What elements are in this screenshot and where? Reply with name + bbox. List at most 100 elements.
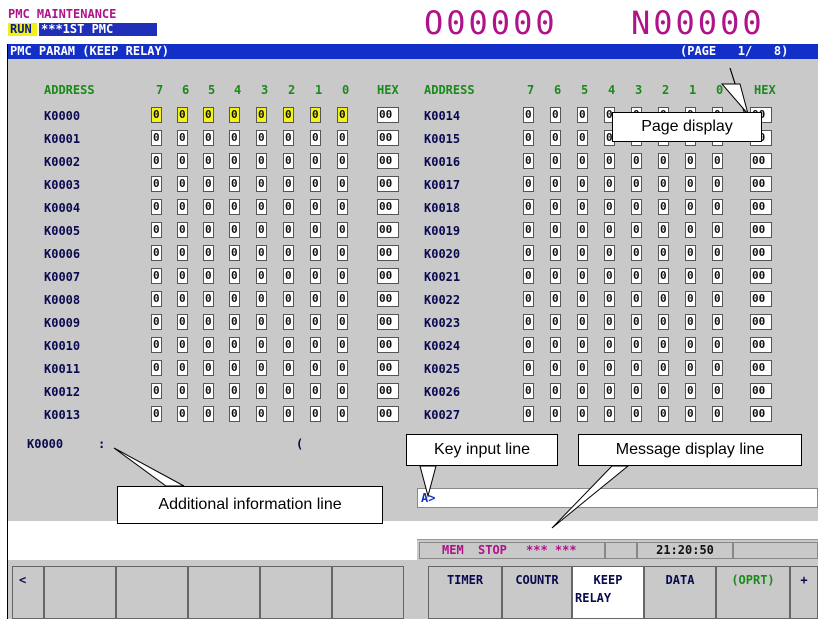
keep-relay-bit-cell[interactable]: 0 (685, 153, 696, 169)
keep-relay-bit-cell[interactable]: 0 (151, 314, 162, 330)
keep-relay-hex-cell[interactable]: 00 (750, 199, 772, 215)
keep-relay-bit-cell[interactable]: 0 (550, 199, 561, 215)
keep-relay-bit-cell[interactable]: 0 (577, 107, 588, 123)
keep-relay-bit-cell[interactable]: 0 (685, 291, 696, 307)
keep-relay-bit-cell[interactable]: 0 (151, 245, 162, 261)
keep-relay-hex-cell[interactable]: 00 (750, 406, 772, 422)
keep-relay-bit-cell[interactable]: 0 (337, 360, 348, 376)
keep-relay-bit-cell[interactable]: 0 (177, 130, 188, 146)
keep-relay-bit-cell[interactable]: 0 (604, 222, 615, 238)
keep-relay-bit-cell[interactable]: 0 (203, 314, 214, 330)
keep-relay-bit-cell[interactable]: 0 (256, 268, 267, 284)
keep-relay-bit-cell[interactable]: 0 (577, 383, 588, 399)
keep-relay-bit-cell[interactable]: 0 (712, 199, 723, 215)
softkey-blank-5[interactable] (332, 566, 404, 619)
keep-relay-bit-cell[interactable]: 0 (177, 268, 188, 284)
keep-relay-bit-cell[interactable]: 0 (203, 199, 214, 215)
keep-relay-bit-cell[interactable]: 0 (310, 245, 321, 261)
keep-relay-bit-cell[interactable]: 0 (631, 360, 642, 376)
keep-relay-bit-cell[interactable]: 0 (523, 222, 534, 238)
keep-relay-bit-cell[interactable]: 0 (712, 383, 723, 399)
keep-relay-bit-cell[interactable]: 0 (203, 337, 214, 353)
keep-relay-bit-cell[interactable]: 0 (310, 337, 321, 353)
keep-relay-bit-cell[interactable]: 0 (631, 406, 642, 422)
keep-relay-bit-cell[interactable]: 0 (658, 406, 669, 422)
keep-relay-hex-cell[interactable]: 00 (750, 291, 772, 307)
keep-relay-hex-cell[interactable]: 00 (750, 314, 772, 330)
keep-relay-bit-cell[interactable]: 0 (151, 222, 162, 238)
keep-relay-bit-cell[interactable]: 0 (310, 222, 321, 238)
keep-relay-bit-cell[interactable]: 0 (177, 199, 188, 215)
keep-relay-hex-cell[interactable]: 00 (377, 406, 399, 422)
keep-relay-bit-cell[interactable]: 0 (523, 314, 534, 330)
keep-relay-bit-cell[interactable]: 0 (685, 360, 696, 376)
keep-relay-bit-cell[interactable]: 0 (577, 245, 588, 261)
keep-relay-bit-cell[interactable]: 0 (658, 360, 669, 376)
softkey-blank-1[interactable] (44, 566, 116, 619)
keep-relay-bit-cell[interactable]: 0 (337, 107, 348, 123)
keep-relay-bit-cell[interactable]: 0 (310, 291, 321, 307)
softkey-blank-3[interactable] (188, 566, 260, 619)
keep-relay-bit-cell[interactable]: 0 (283, 199, 294, 215)
keep-relay-bit-cell[interactable]: 0 (256, 383, 267, 399)
keep-relay-hex-cell[interactable]: 00 (750, 153, 772, 169)
keep-relay-bit-cell[interactable]: 0 (712, 291, 723, 307)
keep-relay-bit-cell[interactable]: 0 (229, 383, 240, 399)
keep-relay-hex-cell[interactable]: 00 (750, 268, 772, 284)
keep-relay-bit-cell[interactable]: 0 (283, 245, 294, 261)
keep-relay-bit-cell[interactable]: 0 (310, 107, 321, 123)
keep-relay-bit-cell[interactable]: 0 (203, 383, 214, 399)
keep-relay-bit-cell[interactable]: 0 (337, 268, 348, 284)
keep-relay-bit-cell[interactable]: 0 (283, 107, 294, 123)
keep-relay-bit-cell[interactable]: 0 (523, 268, 534, 284)
keep-relay-bit-cell[interactable]: 0 (151, 360, 162, 376)
keep-relay-bit-cell[interactable]: 0 (604, 314, 615, 330)
keep-relay-bit-cell[interactable]: 0 (177, 314, 188, 330)
keep-relay-bit-cell[interactable]: 0 (523, 291, 534, 307)
keep-relay-bit-cell[interactable]: 0 (337, 153, 348, 169)
keep-relay-bit-cell[interactable]: 0 (577, 268, 588, 284)
keep-relay-bit-cell[interactable]: 0 (229, 176, 240, 192)
keep-relay-bit-cell[interactable]: 0 (203, 130, 214, 146)
keep-relay-bit-cell[interactable]: 0 (685, 245, 696, 261)
keep-relay-bit-cell[interactable]: 0 (256, 337, 267, 353)
keep-relay-bit-cell[interactable]: 0 (203, 153, 214, 169)
keep-relay-bit-cell[interactable]: 0 (658, 245, 669, 261)
keep-relay-bit-cell[interactable]: 0 (283, 268, 294, 284)
keep-relay-bit-cell[interactable]: 0 (229, 291, 240, 307)
keep-relay-bit-cell[interactable]: 0 (203, 406, 214, 422)
keep-relay-bit-cell[interactable]: 0 (550, 268, 561, 284)
keep-relay-bit-cell[interactable]: 0 (631, 268, 642, 284)
keep-relay-bit-cell[interactable]: 0 (523, 199, 534, 215)
keep-relay-bit-cell[interactable]: 0 (177, 245, 188, 261)
keep-relay-hex-cell[interactable]: 00 (377, 107, 399, 123)
keep-relay-bit-cell[interactable]: 0 (685, 199, 696, 215)
keep-relay-bit-cell[interactable]: 0 (177, 406, 188, 422)
keep-relay-hex-cell[interactable]: 00 (377, 314, 399, 330)
keep-relay-bit-cell[interactable]: 0 (177, 176, 188, 192)
keep-relay-bit-cell[interactable]: 0 (523, 153, 534, 169)
keep-relay-bit-cell[interactable]: 0 (604, 176, 615, 192)
keep-relay-bit-cell[interactable]: 0 (337, 245, 348, 261)
keep-relay-bit-cell[interactable]: 0 (283, 337, 294, 353)
keep-relay-bit-cell[interactable]: 0 (712, 153, 723, 169)
keep-relay-bit-cell[interactable]: 0 (523, 406, 534, 422)
keep-relay-hex-cell[interactable]: 00 (377, 337, 399, 353)
keep-relay-bit-cell[interactable]: 0 (604, 360, 615, 376)
keep-relay-bit-cell[interactable]: 0 (658, 291, 669, 307)
keep-relay-hex-cell[interactable]: 00 (377, 130, 399, 146)
keep-relay-bit-cell[interactable]: 0 (577, 360, 588, 376)
softkey-blank-4[interactable] (260, 566, 332, 619)
keep-relay-bit-cell[interactable]: 0 (310, 176, 321, 192)
keep-relay-bit-cell[interactable]: 0 (203, 268, 214, 284)
keep-relay-bit-cell[interactable]: 0 (310, 153, 321, 169)
keep-relay-bit-cell[interactable]: 0 (550, 176, 561, 192)
keep-relay-bit-cell[interactable]: 0 (712, 406, 723, 422)
keep-relay-bit-cell[interactable]: 0 (310, 268, 321, 284)
keep-relay-bit-cell[interactable]: 0 (256, 199, 267, 215)
keep-relay-bit-cell[interactable]: 0 (577, 153, 588, 169)
keep-relay-bit-cell[interactable]: 0 (337, 291, 348, 307)
keep-relay-bit-cell[interactable]: 0 (550, 245, 561, 261)
keep-relay-bit-cell[interactable]: 0 (283, 314, 294, 330)
keep-relay-hex-cell[interactable]: 00 (750, 383, 772, 399)
